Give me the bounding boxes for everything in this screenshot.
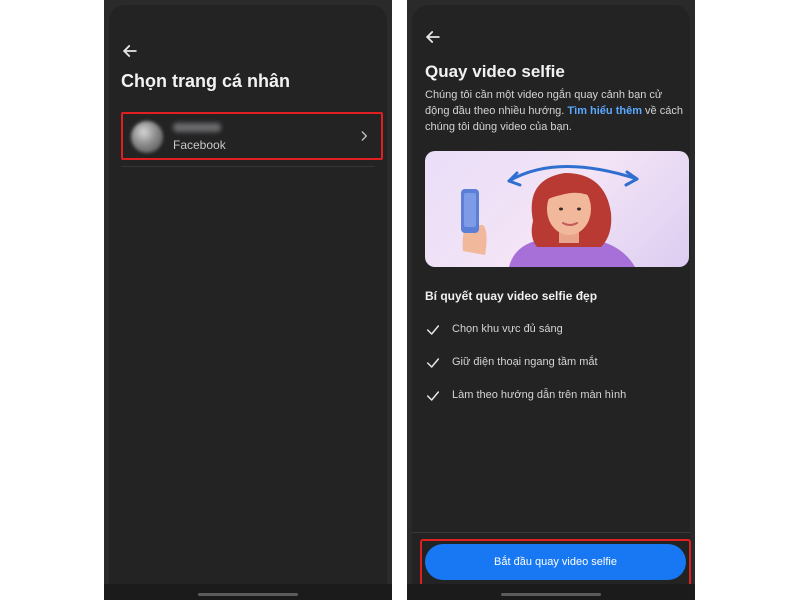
tip-text: Giữ điện thoại ngang tầm mắt xyxy=(452,356,598,368)
list-divider xyxy=(121,166,375,167)
home-indicator[interactable] xyxy=(501,593,601,596)
page-title: Chọn trang cá nhân xyxy=(121,71,291,91)
checkmark-icon xyxy=(425,388,441,404)
footer-divider xyxy=(412,532,690,533)
checkmark-icon xyxy=(425,322,441,338)
back-arrow-icon[interactable] xyxy=(120,41,140,61)
left-screen-content: Chọn trang cá nhân Facebook xyxy=(109,5,387,600)
tip-item: Giữ điện thoại ngang tầm mắt xyxy=(425,354,685,372)
profile-list-item[interactable]: Facebook xyxy=(121,112,383,160)
right-screen-content: Quay video selfie Chúng tôi cần một vide… xyxy=(412,5,691,600)
description-text: Chúng tôi cần một video ngắn quay cảnh b… xyxy=(425,87,685,135)
avatar xyxy=(131,121,163,153)
selfie-illustration xyxy=(425,151,689,267)
left-phone-screen: Chọn trang cá nhân Facebook xyxy=(104,0,392,600)
tip-text: Làm theo hướng dẫn trên màn hình xyxy=(452,389,627,401)
blurred-profile-name xyxy=(173,123,221,132)
home-indicator[interactable] xyxy=(198,593,298,596)
navigation-bar xyxy=(104,584,392,600)
back-arrow-icon[interactable] xyxy=(423,27,443,47)
tips-heading: Bí quyết quay video selfie đẹp xyxy=(425,289,598,303)
start-selfie-video-button[interactable]: Bắt đầu quay video selfie xyxy=(425,544,686,580)
checkmark-icon xyxy=(425,355,441,371)
tip-item: Làm theo hướng dẫn trên màn hình xyxy=(425,387,685,405)
right-phone-screen: Quay video selfie Chúng tôi cần một vide… xyxy=(407,0,695,600)
page-title: Quay video selfie xyxy=(425,62,565,81)
chevron-right-icon xyxy=(357,129,371,143)
tip-text: Chọn khu vực đủ sáng xyxy=(452,323,563,335)
learn-more-link[interactable]: Tìm hiểu thêm xyxy=(567,105,642,117)
navigation-bar xyxy=(407,584,695,600)
profile-platform: Facebook xyxy=(173,138,226,152)
tip-item: Chọn khu vực đủ sáng xyxy=(425,321,685,339)
